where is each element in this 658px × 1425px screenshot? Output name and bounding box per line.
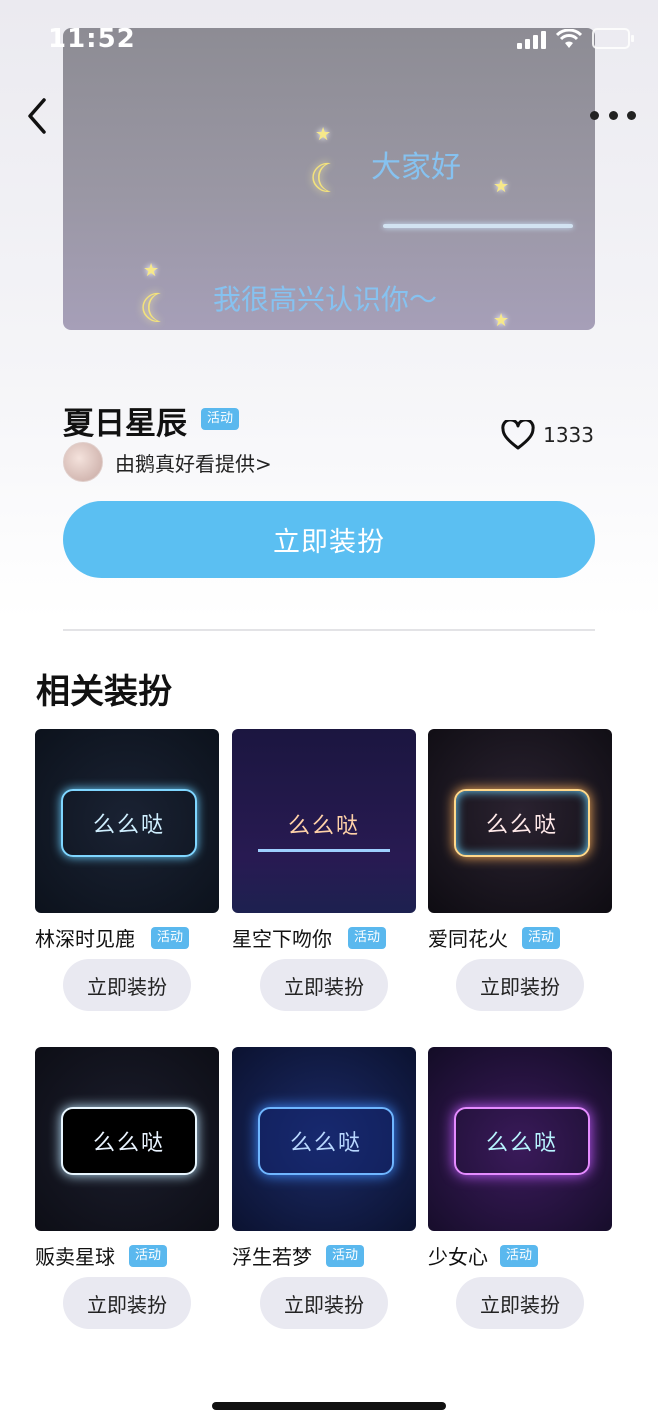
status-bar: 11:52 [0, 0, 658, 80]
related-card-name: 少女心 [428, 1245, 488, 1269]
related-card-name: 爱同花火 [428, 927, 508, 951]
back-button[interactable] [22, 94, 58, 138]
battery-icon [592, 28, 634, 49]
moon-icon: ☾ [309, 156, 345, 202]
status-time: 11:52 [48, 24, 136, 54]
related-card-name: 林深时见鹿 [35, 927, 135, 951]
wifi-icon [556, 28, 582, 48]
activity-tag: 活动 [326, 1245, 365, 1267]
thumb-frame: 么么哒 [61, 789, 197, 857]
thumb-frame: 么么哒 [454, 1107, 590, 1175]
related-apply-button[interactable]: 立即装扮 [456, 959, 584, 1011]
divider [63, 629, 595, 631]
thumb-frame: 么么哒 [454, 789, 590, 857]
activity-tag: 活动 [201, 408, 240, 430]
moon-icon: ☾ [139, 286, 175, 330]
related-card-name: 星空下吻你 [232, 927, 332, 951]
more-dot-icon [590, 110, 599, 120]
preview-text-1: 大家好 [371, 150, 461, 185]
bubble-line [383, 224, 573, 228]
like-button[interactable]: 1333 [501, 420, 594, 450]
related-thumbnail[interactable]: 么么哒 [232, 1047, 416, 1231]
home-indicator[interactable] [212, 1402, 446, 1410]
apply-button[interactable]: 立即装扮 [63, 501, 595, 578]
related-section-title: 相关装扮 [36, 672, 172, 712]
star-icon: ★ [493, 310, 510, 330]
item-title: 夏日星辰 [63, 406, 187, 442]
related-card-name: 贩卖星球 [35, 1245, 115, 1269]
avatar[interactable] [63, 442, 103, 482]
related-thumbnail[interactable]: 么么哒 [232, 729, 416, 913]
related-apply-button[interactable]: 立即装扮 [456, 1277, 584, 1329]
star-icon: ★ [143, 260, 160, 281]
thumb-frame: 么么哒 [61, 1107, 197, 1175]
more-button[interactable] [590, 100, 636, 130]
activity-tag: 活动 [500, 1245, 539, 1267]
star-icon: ★ [493, 176, 510, 197]
activity-tag: 活动 [348, 927, 387, 949]
related-apply-button[interactable]: 立即装扮 [63, 1277, 191, 1329]
related-card-name: 浮生若梦 [232, 1245, 312, 1269]
related-apply-button[interactable]: 立即装扮 [260, 1277, 388, 1329]
more-dot-icon [627, 110, 636, 120]
heart-icon [501, 420, 535, 450]
thumb-frame: 么么哒 [258, 1107, 394, 1175]
related-apply-button[interactable]: 立即装扮 [260, 959, 388, 1011]
activity-tag: 活动 [151, 927, 190, 949]
related-apply-button[interactable]: 立即装扮 [63, 959, 191, 1011]
provider-link[interactable]: 由鹅真好看提供> [115, 448, 272, 477]
back-arrow-icon [28, 98, 46, 134]
activity-tag: 活动 [522, 927, 561, 949]
preview-text-2: 我很高兴认识你～ [213, 283, 438, 316]
provider-row[interactable]: 由鹅真好看提供> [63, 442, 272, 482]
star-icon: ★ [315, 124, 332, 145]
related-thumbnail[interactable]: 么么哒 [428, 1047, 612, 1231]
related-thumbnail[interactable]: 么么哒 [35, 729, 219, 913]
thumb-frame: 么么哒 [258, 799, 390, 852]
related-thumbnail[interactable]: 么么哒 [428, 729, 612, 913]
more-dot-icon [608, 110, 618, 120]
activity-tag: 活动 [129, 1245, 168, 1267]
like-count: 1333 [543, 423, 594, 447]
related-thumbnail[interactable]: 么么哒 [35, 1047, 219, 1231]
status-icons [517, 28, 634, 49]
signal-icon [517, 29, 546, 49]
